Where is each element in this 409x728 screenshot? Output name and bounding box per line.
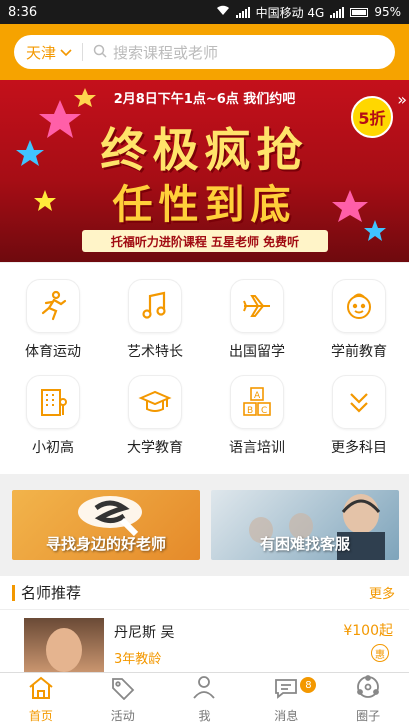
svg-text:C: C <box>261 406 267 416</box>
search-icon <box>93 43 107 62</box>
discount-tag: 惠 <box>371 644 389 662</box>
category-label: 学前教育 <box>331 344 387 360</box>
tab-label: 消息 <box>274 709 299 723</box>
category-language[interactable]: ABC 语言培训 <box>206 375 308 471</box>
category-label: 体育运动 <box>25 344 81 360</box>
search-header: 天津 搜索课程或老师 <box>0 24 409 80</box>
wifi-icon <box>216 5 230 19</box>
music-note-icon <box>128 279 182 333</box>
tab-activity[interactable]: 活动 <box>82 673 164 728</box>
status-battery: 95% <box>374 5 401 19</box>
city-label: 天津 <box>26 43 57 62</box>
search-input[interactable]: 搜索课程或老师 <box>113 42 218 63</box>
tab-label: 圈子 <box>356 709 381 723</box>
tab-home[interactable]: 首页 <box>0 673 82 728</box>
promo-tiles: 寻找身边的好老师 有困难找客服 <box>0 474 409 574</box>
category-more[interactable]: 更多科目 <box>308 375 409 471</box>
tab-messages[interactable]: 8 消息 <box>245 673 327 728</box>
category-label: 出国留学 <box>229 344 285 360</box>
tab-label: 首页 <box>28 709 53 723</box>
signal-icon-2 <box>330 6 345 18</box>
discount-badge: 5折 <box>351 96 393 138</box>
category-label: 更多科目 <box>331 440 387 456</box>
promo-label: 寻找身边的好老师 <box>45 535 166 553</box>
category-label: 大学教育 <box>127 440 183 456</box>
category-sports[interactable]: 体育运动 <box>2 279 104 375</box>
status-time: 8:36 <box>8 4 38 20</box>
teacher-row[interactable]: 丹尼斯 吴 3年教龄 ¥100起 惠 <box>0 610 409 672</box>
status-bar: 8:36 中国移动 4G 95% <box>0 0 409 24</box>
user-icon <box>191 674 217 704</box>
teacher-name: 丹尼斯 吴 <box>114 625 175 641</box>
category-label: 艺术特长 <box>127 344 183 360</box>
category-label: 语言培训 <box>229 440 285 456</box>
promo-find-teacher[interactable]: 寻找身边的好老师 <box>12 490 200 560</box>
abc-blocks-icon: ABC <box>230 375 284 429</box>
graduation-cap-icon <box>128 375 182 429</box>
category-grid: 体育运动 艺术特长 出国留学 学前教育 小初高 大学教育 ABC 语言培训 更多… <box>0 262 409 474</box>
promo-label: 有困难找客服 <box>259 535 350 553</box>
tab-circle[interactable]: 圈子 <box>327 673 409 728</box>
tab-label: 活动 <box>110 709 135 723</box>
signal-icon <box>235 6 250 18</box>
svg-text:A: A <box>254 391 261 401</box>
search-box[interactable]: 天津 搜索课程或老师 <box>14 35 395 69</box>
chevron-down-icon <box>60 43 72 61</box>
featured-teachers: 名师推荐 更多 丹尼斯 吴 3年教龄 ¥100起 惠 <box>0 576 409 672</box>
city-selector[interactable]: 天津 <box>26 42 72 63</box>
teacher-years: 3年教龄 <box>114 652 162 667</box>
baby-face-icon <box>332 279 386 333</box>
more-teachers-link[interactable]: 更多 <box>369 583 395 602</box>
bottom-tab-bar: 首页 活动 我 8 消息 圈子 <box>0 672 409 728</box>
tag-icon <box>110 676 136 704</box>
status-carrier: 中国移动 4G <box>255 5 325 20</box>
teachers-header: 名师推荐 更多 <box>0 576 409 610</box>
battery-icon <box>350 7 369 17</box>
divider <box>82 43 84 61</box>
category-preschool[interactable]: 学前教育 <box>308 279 409 375</box>
message-count-badge: 8 <box>300 677 317 693</box>
circle-network-icon <box>355 674 381 704</box>
banner-title-line1: 终极疯抢 <box>100 123 309 177</box>
category-university[interactable]: 大学教育 <box>104 375 206 471</box>
category-study-abroad[interactable]: 出国留学 <box>206 279 308 375</box>
banner-course-strip: 托福听力进阶课程 五星老师 免费听 <box>82 230 328 252</box>
svg-text:B: B <box>247 406 253 416</box>
home-icon <box>28 676 54 704</box>
category-arts[interactable]: 艺术特长 <box>104 279 206 375</box>
banner-next-icon[interactable]: » <box>397 90 407 109</box>
airplane-icon <box>230 279 284 333</box>
promo-banner[interactable]: 2月8日下午1点~6点 我们约吧 终极疯抢 任性到底 托福听力进阶课程 五星老师… <box>0 80 409 262</box>
tab-me[interactable]: 我 <box>164 673 246 728</box>
section-accent-bar <box>12 584 15 601</box>
tab-label: 我 <box>198 709 211 723</box>
banner-date-line: 2月8日下午1点~6点 我们约吧 <box>113 92 296 107</box>
category-label: 小初高 <box>32 440 74 456</box>
runner-icon <box>26 279 80 333</box>
chevron-double-down-icon <box>332 375 386 429</box>
school-building-icon <box>26 375 80 429</box>
chat-bubble-icon <box>273 676 299 704</box>
promo-customer-service[interactable]: 有困难找客服 <box>211 490 399 560</box>
teacher-price: ¥100起 <box>343 623 393 639</box>
category-k12[interactable]: 小初高 <box>2 375 104 471</box>
banner-title-line2: 任性到底 <box>112 181 297 228</box>
teacher-avatar <box>24 618 104 672</box>
section-title: 名师推荐 <box>21 584 82 602</box>
